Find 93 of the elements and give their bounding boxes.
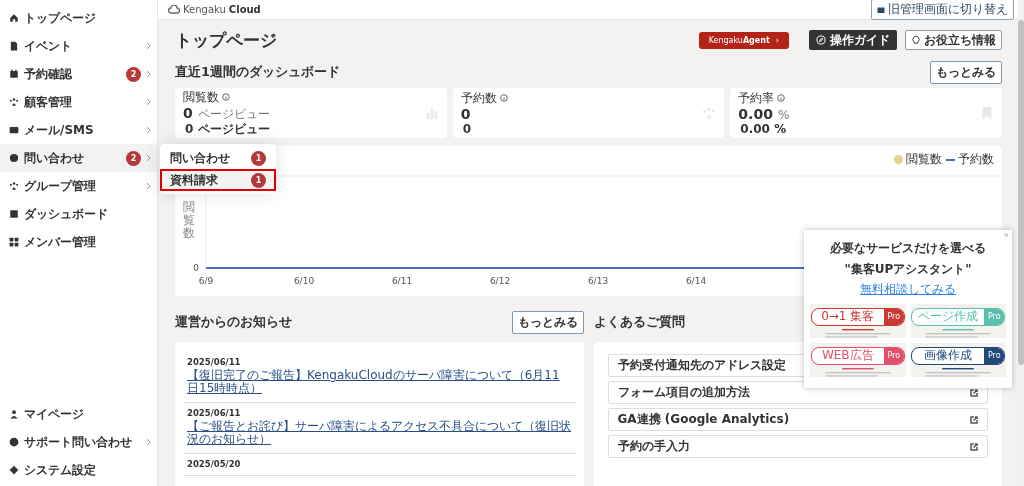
service-card[interactable]: 画像作成 Pro (910, 343, 1006, 377)
people-icon (702, 106, 717, 120)
sidebar-item[interactable]: 予約確認 2 (0, 60, 157, 88)
count-badge: 1 (251, 150, 266, 166)
stat-value: 0.00 (738, 105, 773, 122)
count-badge: 2 (126, 150, 141, 166)
sidebar-item[interactable]: 顧客管理 (0, 88, 157, 116)
person-icon (9, 409, 19, 419)
calendar-icon (9, 69, 19, 79)
info-icon (777, 93, 786, 102)
sidebar-item[interactable]: サポート問い合わせ (0, 428, 157, 456)
agent-button[interactable]: KengakuAgent › (698, 31, 789, 49)
news-date: 2025/05/20 (187, 459, 242, 469)
submenu-item[interactable]: 資料請求 1 (160, 169, 276, 191)
grid-icon (9, 237, 19, 247)
tips-button[interactable]: お役立ち情報 (905, 30, 1002, 50)
stat-label: 予約数 (460, 91, 497, 104)
sidebar-item[interactable]: トップページ (0, 4, 157, 32)
chevron-icon (146, 42, 152, 50)
news-link[interactable]: 【ご報告とお詫び】サーバ障害によるアクセス不具合について（復旧状況のお知らせ） (187, 420, 572, 446)
legend-label: 予約数 (958, 151, 994, 168)
service-card[interactable]: WEB広告 Pro (810, 343, 906, 377)
page-title: トップページ (175, 28, 278, 52)
bar-chart-icon (424, 106, 439, 120)
sidebar-item[interactable]: ダッシュボード (0, 200, 157, 228)
submenu-item[interactable]: 問い合わせ 1 (160, 147, 276, 169)
sidebar-item[interactable]: 問い合わせ 2 (0, 144, 157, 172)
mail-icon (9, 125, 19, 135)
bookmark-icon (980, 106, 994, 120)
axis-tick: 6/13 (587, 276, 609, 286)
stat-value: 0 (183, 105, 193, 121)
external-link-icon (970, 415, 978, 424)
stat-label: 閲覧数 (183, 91, 219, 103)
count-badge: 1 (251, 172, 266, 188)
section-title: 運営からのお知らせ (175, 313, 292, 331)
sidebar-item[interactable]: メンバー管理 (0, 228, 157, 256)
stat-unit: ページビュー (197, 107, 270, 121)
guide-button[interactable]: 操作ガイド (809, 30, 897, 50)
sidebar-item[interactable]: メール/SMS (0, 116, 157, 144)
section-title: よくあるご質問 (593, 313, 685, 331)
logo: Kengaku Cloud (168, 4, 261, 15)
axis-tick: 6/11 (391, 276, 413, 286)
compass-icon (816, 35, 826, 45)
info-icon (222, 93, 230, 101)
external-link-icon (970, 442, 978, 451)
external-link-icon (970, 388, 978, 397)
faq-item[interactable]: GA連携 (Google Analytics) (607, 408, 988, 431)
stat-subvalue: 0 ページビュー (184, 123, 270, 135)
service-card[interactable]: 0→1 集客 Pro (810, 304, 906, 338)
promo-heading: 必要なサービスだけを選べる (830, 240, 986, 257)
window-icon (877, 5, 885, 14)
consult-link[interactable]: 無料相談してみる (860, 281, 956, 298)
chevron-icon (146, 182, 152, 190)
info-icon (499, 93, 508, 102)
legend-label: 閲覧数 (906, 151, 942, 168)
service-pill: 画像作成 Pro (911, 347, 1006, 365)
faq-item[interactable]: 予約の手入力 (607, 435, 988, 458)
news-date: 2025/06/11 (187, 357, 242, 367)
axis-tick: 0 (193, 263, 199, 273)
sidebar-item[interactable]: マイページ (0, 400, 157, 428)
sidebar-item[interactable]: グループ管理 (0, 172, 157, 200)
section-title: 直近1週間のダッシュボード (175, 63, 341, 81)
more-button[interactable]: もっとみる (511, 310, 584, 334)
axis-tick: 6/9 (198, 276, 214, 286)
stat-subvalue: 0 (461, 122, 473, 135)
service-pill: WEB広告 Pro (810, 347, 905, 365)
service-pill: 0→1 集客 Pro (810, 308, 905, 326)
document-icon (9, 41, 19, 51)
stat-subvalue: 0.00 % (739, 122, 788, 135)
switch-admin-button[interactable]: 旧管理画面に切り替え (871, 0, 1014, 20)
chevron-icon (146, 438, 152, 446)
people-icon (9, 97, 19, 107)
count-badge: 2 (126, 66, 141, 82)
chevron-icon (146, 70, 152, 78)
stat-value: 0 (460, 105, 471, 122)
stat-unit: % (778, 107, 790, 122)
news-link[interactable]: 【復旧完了のご報告】KengakuCloudのサーバ障害について（6月11日15時時点） (187, 369, 572, 395)
sidebar-item[interactable]: イベント (0, 32, 157, 60)
chevron-icon (146, 154, 152, 162)
stat-label: 予約率 (738, 91, 775, 104)
chevron-icon (146, 98, 152, 106)
chevron-icon (146, 126, 152, 134)
promo-title: "集客UPアシスタント" (844, 261, 972, 278)
axis-label: 閲覧数 (183, 201, 195, 241)
people-icon (9, 181, 19, 191)
more-button[interactable]: もっとみる (930, 60, 1002, 84)
news-date: 2025/06/11 (187, 408, 242, 418)
axis-tick: 6/12 (489, 276, 511, 286)
axis-tick: 6/14 (685, 276, 707, 286)
axis-tick: 6/10 (293, 276, 315, 286)
home-icon (9, 13, 19, 23)
service-pill: ページ作成 Pro (911, 308, 1006, 326)
sidebar-item[interactable]: システム設定 (0, 456, 157, 484)
